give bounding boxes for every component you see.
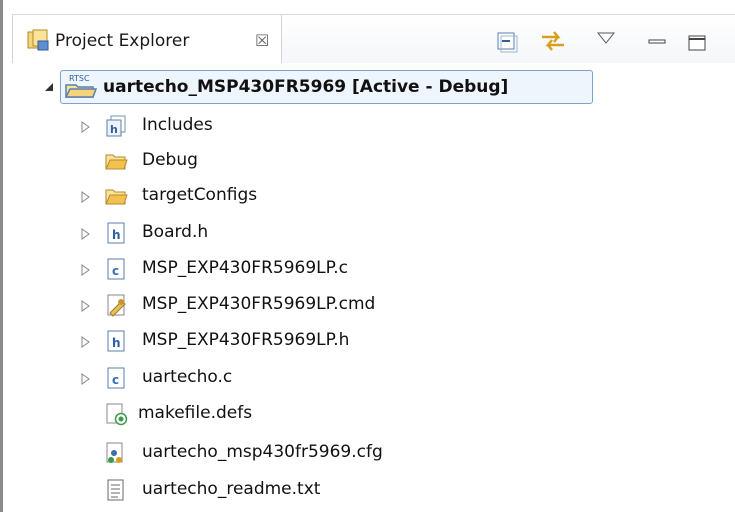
tree-item-includes[interactable]: h Includes	[78, 110, 378, 144]
cmd-file-icon	[107, 294, 126, 317]
makefile-icon	[106, 403, 128, 426]
expand-arrow-icon[interactable]	[78, 335, 92, 349]
tree-item-targetconfigs[interactable]: targetConfigs	[78, 180, 378, 214]
tree-item-board-c[interactable]: c MSP_EXP430FR5969LP.c	[78, 253, 438, 287]
tree-item-label: Includes	[142, 115, 213, 135]
cfg-file-icon	[106, 442, 123, 463]
project-node[interactable]: RTSC uartecho_MSP430FR5969 [Active - Deb…	[60, 70, 593, 104]
expand-arrow-icon[interactable]	[78, 372, 92, 386]
tree-item-cfg[interactable]: uartecho_msp430fr5969.cfg	[78, 437, 458, 471]
project-badge: RTSC	[69, 74, 90, 83]
header-file-icon: h	[107, 330, 125, 352]
tree-item-makefile-defs[interactable]: makefile.defs	[78, 398, 378, 432]
expand-arrow-icon[interactable]	[78, 190, 92, 204]
tree-item-label: targetConfigs	[142, 185, 258, 205]
collapse-arrow-icon[interactable]	[42, 80, 56, 94]
folder-icon	[105, 189, 128, 205]
expand-arrow-icon[interactable]	[78, 263, 92, 277]
tree-item-label: uartecho_readme.txt	[142, 479, 321, 499]
project-tree: RTSC uartecho_MSP430FR5969 [Active - Deb…	[0, 0, 735, 512]
svg-text:h: h	[112, 228, 121, 242]
folder-icon	[105, 154, 128, 170]
svg-text:h: h	[112, 336, 121, 350]
rtsc-project-icon: RTSC	[64, 74, 97, 98]
tree-item-label: uartecho.c	[142, 367, 233, 387]
expand-arrow-icon[interactable]	[78, 299, 92, 313]
header-file-icon: h	[107, 222, 125, 244]
tree-item-label: uartecho_msp430fr5969.cfg	[142, 442, 383, 462]
tree-item-label: MSP_EXP430FR5969LP.c	[142, 258, 348, 278]
tree-item-label: makefile.defs	[138, 403, 253, 423]
tree-item-debug[interactable]: Debug	[78, 145, 378, 179]
svg-text:h: h	[110, 123, 118, 136]
tree-item-uartecho-c[interactable]: c uartecho.c	[78, 362, 378, 396]
tree-item-board-h[interactable]: h Board.h	[78, 217, 378, 251]
tree-item-board-cmd[interactable]: MSP_EXP430FR5969LP.cmd	[78, 289, 458, 323]
tree-item-label: Debug	[142, 150, 198, 170]
tree-item-readme[interactable]: uartecho_readme.txt	[78, 474, 418, 508]
includes-icon: h	[106, 115, 126, 137]
expand-arrow-icon[interactable]	[78, 227, 92, 241]
tree-item-board-header[interactable]: h MSP_EXP430FR5969LP.h	[78, 325, 438, 359]
svg-text:c: c	[112, 264, 119, 278]
text-file-icon	[107, 479, 124, 501]
svg-text:c: c	[112, 373, 119, 387]
tree-item-label: MSP_EXP430FR5969LP.h	[142, 330, 350, 350]
tree-item-label: MSP_EXP430FR5969LP.cmd	[142, 294, 376, 314]
project-label: uartecho_MSP430FR5969 [Active - Debug]	[103, 77, 509, 97]
c-file-icon: c	[107, 367, 125, 389]
c-file-icon: c	[107, 258, 125, 280]
expand-arrow-icon[interactable]	[78, 120, 92, 134]
tree-item-label: Board.h	[142, 222, 209, 242]
